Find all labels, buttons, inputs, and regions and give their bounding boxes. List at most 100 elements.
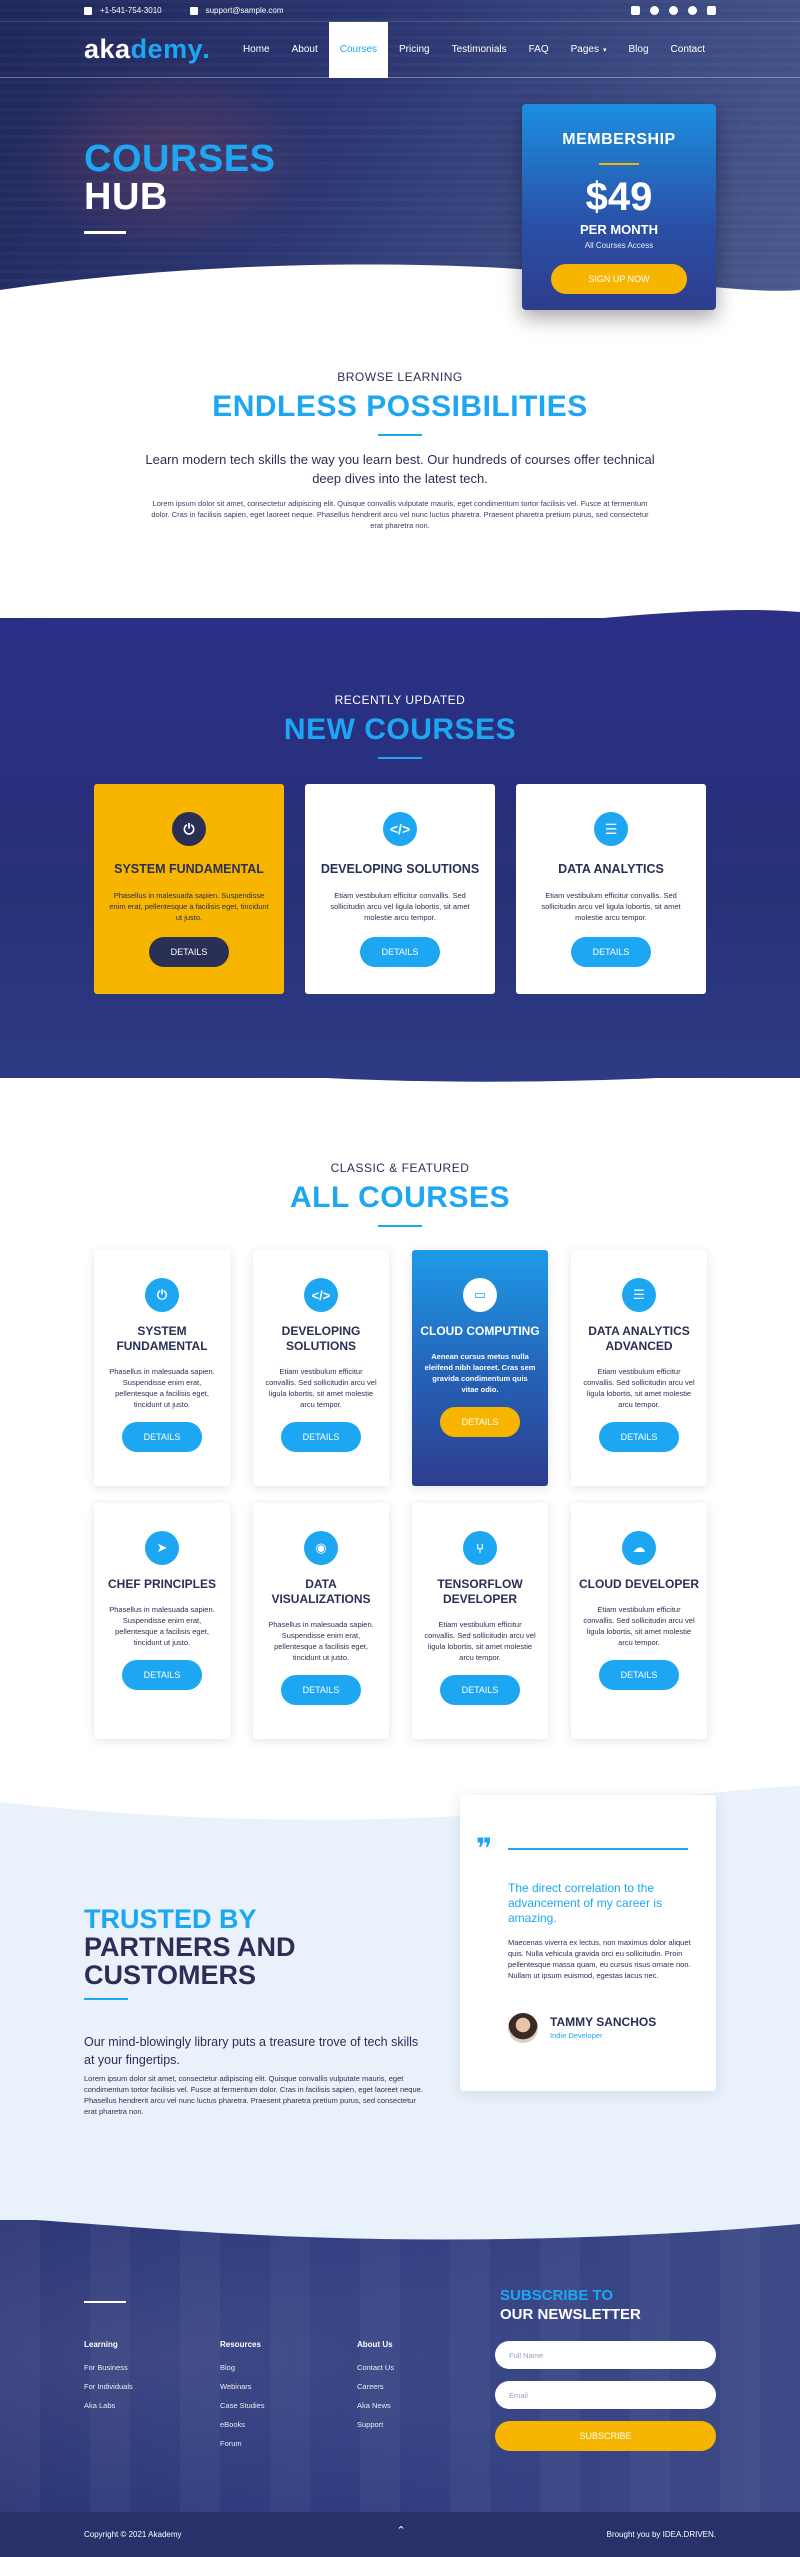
- footer-link[interactable]: Webinars: [220, 2382, 265, 2391]
- details-button[interactable]: DETAILS: [440, 1675, 520, 1705]
- linkedin-icon[interactable]: [631, 6, 640, 15]
- footer-link[interactable]: Contact Us: [357, 2363, 394, 2372]
- copyright-text: Copyright © 2021 Akademy: [84, 2530, 182, 2539]
- footer-link[interactable]: Forum: [220, 2439, 265, 2448]
- phone-icon: [84, 6, 92, 15]
- nav-item-testimonials[interactable]: Testimonials: [441, 22, 518, 78]
- trust-lead: Our mind-blowingly library puts a treasu…: [84, 2035, 419, 2067]
- course-title: SYSTEM FUNDAMENTAL: [116, 1324, 208, 1353]
- footer-column-about: About Us Contact Us Careers Aka News Sup…: [357, 2340, 394, 2439]
- author-role: Indie Developer: [550, 2031, 603, 2040]
- database-icon: ☰: [594, 812, 628, 846]
- new-course-card: ⏻ SYSTEM FUNDAMENTAL Phasellus in malesu…: [94, 784, 284, 994]
- nav-item-pricing[interactable]: Pricing: [388, 22, 441, 78]
- hero-title-line1: COURSES: [84, 138, 276, 180]
- course-text: Etiam vestibulum efficitur convallis. Se…: [583, 1605, 695, 1647]
- credit-text: Brought you by IDEA.DRIVEN.: [606, 2530, 716, 2539]
- email-address: support@sample.com: [205, 6, 284, 15]
- footer-link[interactable]: eBooks: [220, 2420, 265, 2429]
- phone-number: +1-541-754-3010: [100, 6, 162, 15]
- quote-body: Maecenas viverra ex lectus, non maximus …: [508, 1938, 691, 1980]
- footer-link[interactable]: Case Studies: [220, 2401, 265, 2410]
- details-button[interactable]: DETAILS: [122, 1660, 202, 1690]
- nav-item-blog[interactable]: Blog: [618, 22, 660, 78]
- newsletter-title-line2: OUR NEWSLETTER: [500, 2306, 641, 2323]
- footer-link[interactable]: For Business: [84, 2363, 133, 2372]
- code-icon: </>: [304, 1278, 338, 1312]
- footer-link[interactable]: Blog: [220, 2363, 265, 2372]
- course-text: Phasellus in malesuada sapien. Suspendis…: [109, 1367, 215, 1409]
- sign-up-button[interactable]: SIGN UP NOW: [551, 264, 687, 294]
- details-button[interactable]: DETAILS: [360, 937, 440, 967]
- band-top-wave: [0, 609, 800, 640]
- nav-item-faq[interactable]: FAQ: [518, 22, 560, 78]
- details-button[interactable]: DETAILS: [281, 1675, 361, 1705]
- footer-link[interactable]: Aka Labs: [84, 2401, 133, 2410]
- nav-item-courses[interactable]: Courses: [328, 21, 389, 78]
- band-bottom-wave: [0, 1040, 800, 1082]
- nav-item-pages[interactable]: Pages ▾: [560, 22, 618, 78]
- course-text: Phasellus in malesuada sapien. Suspendis…: [109, 891, 269, 922]
- copyright-bar: Copyright © 2021 Akademy ⌃ Brought you b…: [0, 2512, 800, 2557]
- trust-text: Lorem ipsum dolor sit amet, consectetur …: [84, 2074, 423, 2116]
- course-title: SYSTEM FUNDAMENTAL: [114, 862, 264, 876]
- facebook-icon[interactable]: [650, 6, 659, 15]
- nav-item-home[interactable]: Home: [232, 22, 281, 78]
- scroll-top-icon[interactable]: ⌃: [394, 2524, 408, 2538]
- nav-menu: Home About Courses Pricing Testimonials …: [232, 21, 716, 78]
- full-name-input[interactable]: [495, 2341, 716, 2369]
- browse-section: BROWSE LEARNING ENDLESS POSSIBILITIES Le…: [0, 370, 800, 531]
- branch-icon: ⑂: [463, 1531, 497, 1565]
- course-card: ➤ CHEF PRINCIPLES Phasellus in malesuada…: [94, 1503, 230, 1739]
- main-nav: akademy Home About Courses Pricing Testi…: [0, 21, 800, 78]
- course-text: Aenean cursus metus nulla eleifend nibh …: [424, 1352, 536, 1394]
- footer-link[interactable]: Careers: [357, 2382, 394, 2391]
- course-title: DATA ANALYTICS ADVANCED: [588, 1324, 690, 1353]
- new-course-card: ☰ DATA ANALYTICS Etiam vestibulum effici…: [516, 784, 706, 994]
- details-button[interactable]: DETAILS: [440, 1407, 520, 1437]
- course-title: CLOUD COMPUTING: [420, 1324, 540, 1338]
- trust-title-line2: PARTNERS AND: [84, 1932, 296, 1962]
- database-icon: ☰: [622, 1278, 656, 1312]
- top-bar: +1-541-754-3010 support@sample.com: [0, 0, 800, 22]
- membership-card: MEMBERSHIP $49 PER MONTH All Courses Acc…: [522, 104, 716, 310]
- all-courses-divider: [378, 1225, 422, 1227]
- nav-item-about[interactable]: About: [281, 22, 329, 78]
- email-contact[interactable]: support@sample.com: [189, 6, 284, 15]
- membership-title: MEMBERSHIP: [562, 131, 676, 148]
- course-text: Etiam vestibulum efficitur convallis. Se…: [330, 891, 470, 922]
- course-card-featured: ▭ CLOUD COMPUTING Aenean cursus metus nu…: [412, 1250, 548, 1486]
- skype-icon[interactable]: [688, 6, 697, 15]
- nav-label: Home: [242, 44, 270, 55]
- hero-title: COURSES HUB: [84, 140, 275, 216]
- details-button[interactable]: DETAILS: [599, 1660, 679, 1690]
- details-button[interactable]: DETAILS: [149, 937, 229, 967]
- new-courses-title: NEW COURSES: [283, 713, 517, 746]
- course-title: CHEF PRINCIPLES: [107, 1577, 216, 1591]
- details-button[interactable]: DETAILS: [599, 1422, 679, 1452]
- chevron-down-icon: ▾: [603, 46, 607, 54]
- phone-contact[interactable]: +1-541-754-3010: [84, 6, 162, 15]
- details-button[interactable]: DETAILS: [571, 937, 651, 967]
- logo[interactable]: akademy: [84, 34, 209, 65]
- details-button[interactable]: DETAILS: [122, 1422, 202, 1452]
- course-card: ☰ DATA ANALYTICS ADVANCED Etiam vestibul…: [571, 1250, 707, 1486]
- browse-lead: Learn modern tech skills the way you lea…: [145, 452, 655, 486]
- footer-link[interactable]: For Individuals: [84, 2382, 133, 2391]
- trust-divider: [84, 1998, 128, 2000]
- footer-divider: [84, 2301, 126, 2303]
- newsletter-title: SUBSCRIBE TO OUR NEWSLETTER: [500, 2286, 641, 2324]
- course-text: Phasellus in malesuada sapien. Suspendis…: [268, 1620, 374, 1662]
- course-text: Etiam vestibulum efficitur convallis. Se…: [265, 1367, 377, 1409]
- footer-link[interactable]: Support: [357, 2420, 394, 2429]
- footer-heading: About Us: [357, 2340, 393, 2349]
- subscribe-button[interactable]: SUBSCRIBE: [495, 2421, 716, 2451]
- details-button[interactable]: DETAILS: [281, 1422, 361, 1452]
- power-icon: ⏻: [172, 812, 206, 846]
- nav-item-contact[interactable]: Contact: [660, 22, 716, 78]
- footer-link[interactable]: Aka News: [357, 2401, 394, 2410]
- course-card: ⑂ TENSORFLOW DEVELOPER Etiam vestibulum …: [412, 1503, 548, 1739]
- email-input[interactable]: [495, 2381, 716, 2409]
- youtube-icon[interactable]: [707, 6, 716, 15]
- twitter-icon[interactable]: [669, 6, 678, 15]
